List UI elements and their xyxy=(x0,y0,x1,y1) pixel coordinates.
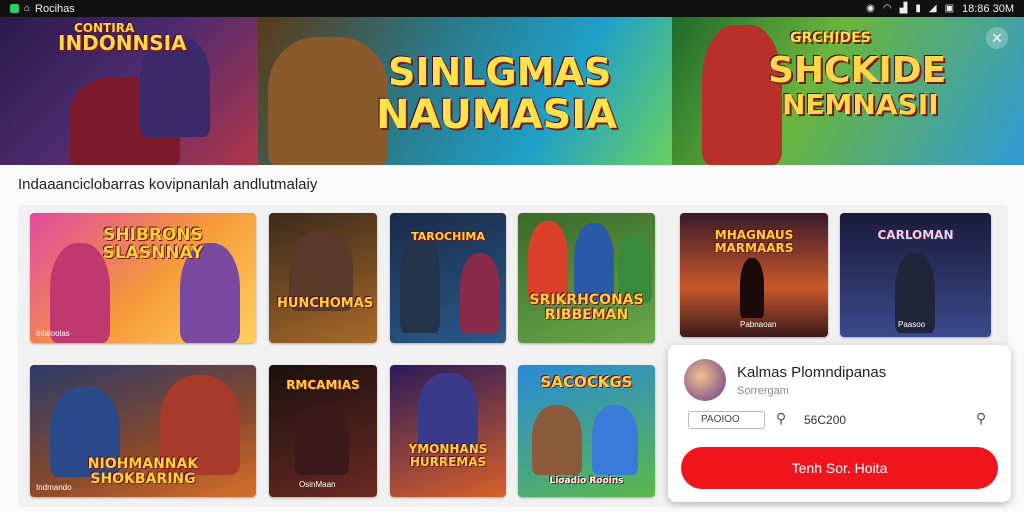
play-button[interactable]: Tenh Sor. Hoita xyxy=(681,447,998,489)
app-icon xyxy=(10,4,19,13)
status-time: 18:86 30M xyxy=(962,2,1014,15)
character-figure xyxy=(528,221,568,301)
status-bar: ⌂ Rocihas ◉ ◠ ▟ ▮ ◢ ▣ 18:86 30M xyxy=(0,0,1024,17)
search-icon[interactable]: ⚲ xyxy=(776,410,786,427)
game-title: SHIBRONS SLASNNAY xyxy=(102,225,204,263)
character-figure xyxy=(460,253,500,333)
code-field[interactable]: PAOIOO xyxy=(688,411,765,429)
character-figure xyxy=(418,373,478,453)
game-caption: Paasoo xyxy=(898,320,926,329)
game-caption: Lioadio Rooins xyxy=(549,476,624,486)
banner-panel-1[interactable]: CONTIRA INDONNSIA xyxy=(0,17,258,165)
game-card[interactable]: RMCAMIAS OsinMaan xyxy=(269,365,377,497)
game-title: HUNCHOMAS xyxy=(277,296,374,311)
game-card[interactable]: SHIBRONS SLASNNAY Inlaloolas xyxy=(30,213,256,343)
banner-title-line1: GRCHIDES xyxy=(790,30,871,46)
character-figure xyxy=(592,405,638,475)
game-card[interactable]: MHAGNAUS MARMAARS Pabnaoan xyxy=(680,213,828,337)
game-title: YMONHANS HURREMAS xyxy=(408,442,488,469)
game-card[interactable]: HUNCHOMAS xyxy=(269,213,377,343)
game-caption: Indmando xyxy=(36,483,72,492)
hero-banner[interactable]: CONTIRA INDONNSIA SINLGMAS NAUMASIA GRCH… xyxy=(0,17,1024,165)
game-card[interactable]: SACOCKGS Lioadio Rooins xyxy=(518,365,655,497)
hero-figure xyxy=(268,37,388,165)
image-icon: ▣ xyxy=(944,3,955,14)
banner-panel-2[interactable]: SINLGMAS NAUMASIA xyxy=(258,17,672,165)
alert-icon: ◢ xyxy=(928,3,937,14)
signal-icon: ▟ xyxy=(899,3,908,14)
location-icon: ⌂ xyxy=(24,3,31,14)
banner-title-line3: NEMNASII xyxy=(782,88,939,121)
avatar[interactable] xyxy=(684,359,726,401)
banner-title-line2: NAUMASIA xyxy=(376,92,618,138)
game-card[interactable]: TAROCHIMA xyxy=(390,213,506,343)
character-figure xyxy=(532,405,582,475)
character-figure xyxy=(574,223,614,303)
banner-panel-3[interactable]: GRCHIDES SHCKIDE NEMNASII ✕ xyxy=(672,17,1024,165)
game-detail-popup: Kalmas Plomndipanas Sorrergam PAOIOO ⚲ 5… xyxy=(668,345,1011,502)
app-screen: ⌂ Rocihas ◉ ◠ ▟ ▮ ◢ ▣ 18:86 30M CONTIRA … xyxy=(0,0,1024,512)
hero-figure xyxy=(702,25,782,165)
banner-title: INDONNSIA xyxy=(58,31,187,55)
character-figure xyxy=(400,233,440,333)
wifi-icon: ◠ xyxy=(882,3,892,14)
game-card[interactable]: CARLOMAN Paasoo xyxy=(840,213,991,337)
sync-icon: ◉ xyxy=(866,3,875,14)
popup-value: 56C200 xyxy=(804,413,847,427)
game-caption: OsinMaan xyxy=(299,480,336,489)
game-title: NIOHMANNAK SHOKBARING xyxy=(87,456,199,487)
battery-icon: ▮ xyxy=(915,3,921,14)
banner-title-line2: SHCKIDE xyxy=(768,50,947,91)
banner-title-line1: SINLGMAS xyxy=(388,50,612,94)
game-caption: Pabnaoan xyxy=(740,320,777,329)
popup-subtitle: Sorrergam xyxy=(737,385,789,397)
game-card[interactable]: SRIKRHCONAS RIBBEMAN xyxy=(518,213,655,343)
status-app-name: Rocihas xyxy=(35,2,75,15)
game-title: MHAGNAUS MARMAARS xyxy=(714,228,794,255)
game-caption: Inlaloolas xyxy=(36,329,70,338)
character-figure xyxy=(740,258,764,318)
game-title: TAROCHIMA xyxy=(411,230,485,243)
game-card[interactable]: YMONHANS HURREMAS xyxy=(390,365,506,497)
character-figure xyxy=(295,405,349,475)
game-card[interactable]: NIOHMANNAK SHOKBARING Indmando xyxy=(30,365,256,497)
game-title: SACOCKGS xyxy=(540,373,633,391)
game-title: RMCAMIAS xyxy=(286,378,360,392)
search-icon[interactable]: ⚲ xyxy=(976,410,986,427)
section-title: Indaaanciclobarras kovipnanlah andlutmal… xyxy=(18,176,318,193)
close-icon[interactable]: ✕ xyxy=(986,27,1008,49)
game-title: SRIKRHCONAS RIBBEMAN xyxy=(529,292,644,323)
game-title: CARLOMAN xyxy=(877,228,954,242)
popup-title: Kalmas Plomndipanas xyxy=(737,364,887,381)
